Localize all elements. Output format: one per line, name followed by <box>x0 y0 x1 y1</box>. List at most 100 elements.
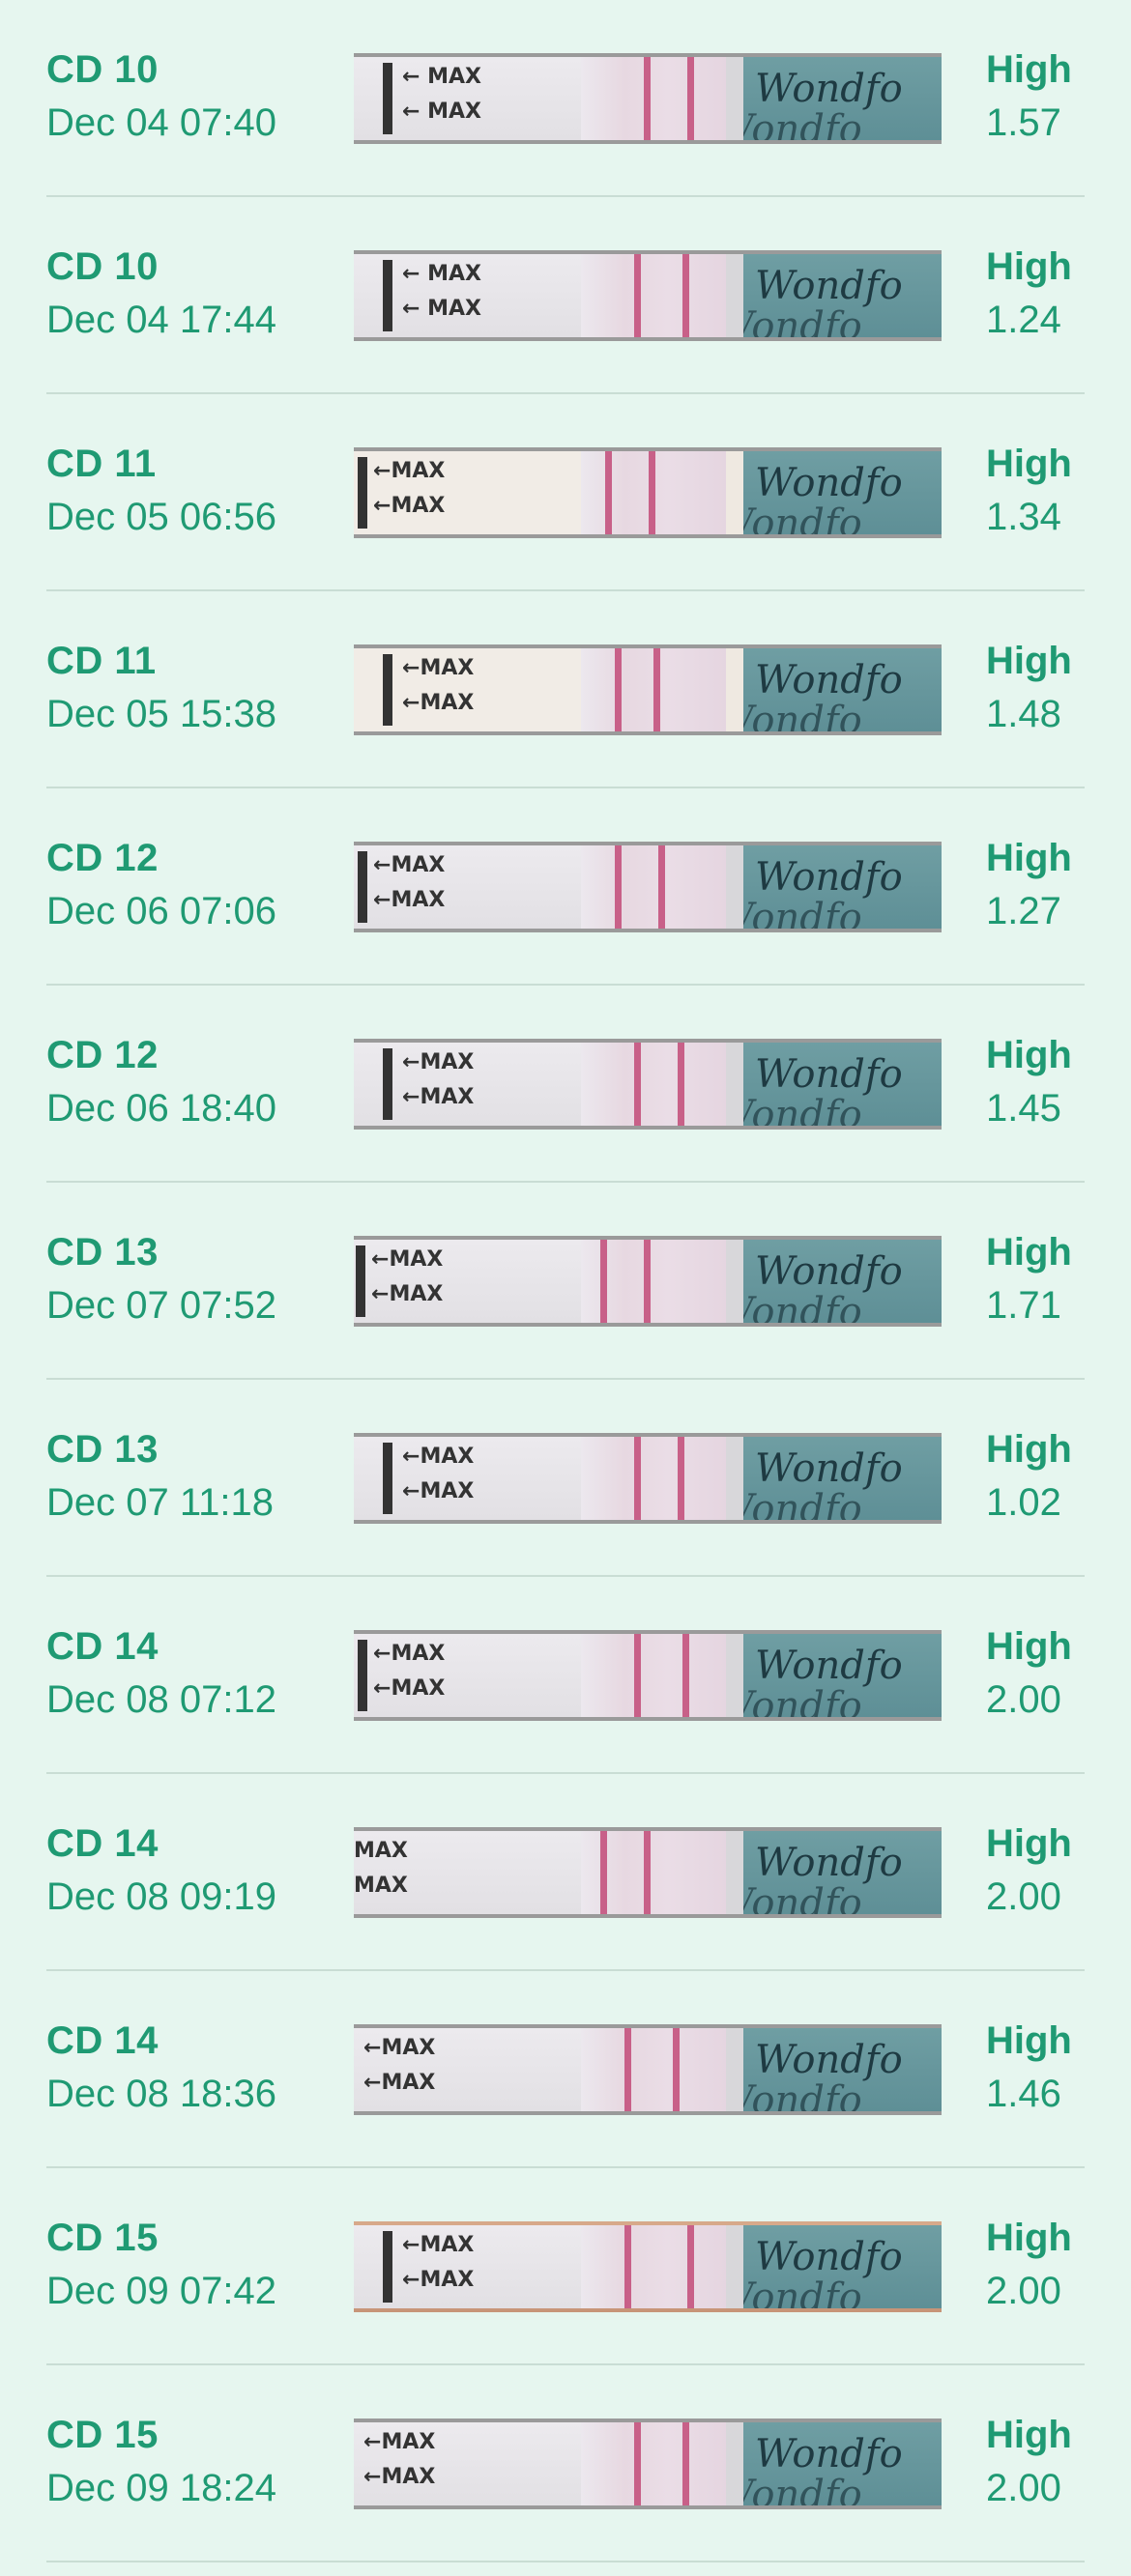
test-strip-image[interactable]: ←MAX ←MAX WondfoWondfo <box>354 447 942 538</box>
test-row[interactable]: CD 14 Dec 08 09:19 MAX MAX WondfoWondfo H… <box>46 1774 1085 1971</box>
lh-level: High <box>986 1231 1072 1274</box>
test-date: Dec 05 06:56 <box>46 496 276 538</box>
test-line <box>624 2225 631 2308</box>
test-strip-image[interactable]: ←MAX ←MAX WondfoWondfo <box>354 1236 942 1327</box>
strip-result-window <box>581 57 726 140</box>
control-line <box>678 1043 684 1126</box>
test-strip-image[interactable]: MAX MAX WondfoWondfo <box>354 1827 942 1918</box>
strip-handle: ←MAX ←MAX <box>354 1240 581 1323</box>
strip-brand-area: WondfoWondfo <box>743 1437 942 1520</box>
max-label: ←MAX <box>402 1479 475 1503</box>
test-strip-image[interactable]: ← MAX ← MAX WondfoWondfo <box>354 53 942 144</box>
strip-brand-area: WondfoWondfo <box>743 2422 942 2505</box>
strip-result-window <box>581 2225 726 2308</box>
test-strip-image[interactable]: ←MAX ←MAX WondfoWondfo <box>354 2419 942 2509</box>
strip-brand-area: WondfoWondfo <box>743 451 942 534</box>
max-label: ←MAX <box>402 2233 475 2257</box>
max-label: ← MAX <box>402 100 481 124</box>
test-row[interactable]: CD 14 Dec 08 07:12 ←MAX ←MAX WondfoWondfo… <box>46 1577 1085 1774</box>
test-row[interactable]: CD 15 Dec 09 07:42 ←MAX ←MAX WondfoWondfo… <box>46 2168 1085 2365</box>
max-label: ←MAX <box>373 853 446 877</box>
strip-handle: ← MAX ← MAX <box>354 57 581 140</box>
test-strip-image[interactable]: ←MAX ←MAX WondfoWondfo <box>354 2024 942 2115</box>
max-label: MAX <box>354 1874 408 1898</box>
test-line <box>615 845 622 929</box>
test-row[interactable]: CD 10 Dec 04 07:40 ← MAX ← MAX WondfoWond… <box>46 0 1085 197</box>
lh-level: High <box>986 837 1072 879</box>
test-strip-image[interactable]: ←MAX ←MAX WondfoWondfo <box>354 644 942 735</box>
control-line <box>682 2422 689 2505</box>
lh-ratio: 2.00 <box>986 2270 1061 2312</box>
strip-handle: ←MAX ←MAX <box>354 845 581 929</box>
max-label: ←MAX <box>373 1676 446 1701</box>
lh-level: High <box>986 245 1072 288</box>
test-strip-image[interactable]: ←MAX ←MAX WondfoWondfo <box>354 1039 942 1130</box>
lh-level: High <box>986 443 1072 485</box>
test-strip-image[interactable]: ←MAX ←MAX WondfoWondfo <box>354 842 942 932</box>
strip-handle: ←MAX ←MAX <box>354 451 581 534</box>
strip-brand-area: WondfoWondfo <box>743 1240 942 1323</box>
test-strip-image[interactable]: ←MAX ←MAX WondfoWondfo <box>354 2221 942 2312</box>
lh-level: High <box>986 640 1072 682</box>
lh-ratio: 2.00 <box>986 1678 1061 1721</box>
max-label: ←MAX <box>402 1050 475 1074</box>
max-label: ←MAX <box>402 2268 475 2292</box>
control-line <box>673 2028 680 2111</box>
test-line <box>624 2028 631 2111</box>
max-label: ← MAX <box>402 262 481 286</box>
max-label: ← MAX <box>402 297 481 321</box>
strip-brand-area: WondfoWondfo <box>743 57 942 140</box>
strip-result-window <box>581 1634 726 1717</box>
test-row[interactable]: CD 11 Dec 05 06:56 ←MAX ←MAX WondfoWondfo… <box>46 394 1085 591</box>
test-line <box>600 1831 607 1914</box>
test-line <box>600 1240 607 1323</box>
lh-level: High <box>986 2217 1072 2259</box>
test-row[interactable]: CD 10 Dec 04 17:44 ← MAX ← MAX WondfoWond… <box>46 197 1085 394</box>
cycle-day-label: CD 10 <box>46 245 159 288</box>
cycle-day-label: CD 12 <box>46 837 159 879</box>
test-strip-image[interactable]: ←MAX ←MAX WondfoWondfo <box>354 1433 942 1524</box>
test-date: Dec 08 07:12 <box>46 1678 276 1721</box>
test-date: Dec 05 15:38 <box>46 693 276 735</box>
test-date: Dec 06 18:40 <box>46 1087 276 1130</box>
strip-brand-area: WondfoWondfo <box>743 1634 942 1717</box>
test-row[interactable]: CD 11 Dec 05 15:38 ←MAX ←MAX WondfoWondfo… <box>46 591 1085 788</box>
test-date: Dec 08 18:36 <box>46 2073 276 2115</box>
strip-brand-area: WondfoWondfo <box>743 1043 942 1126</box>
test-row[interactable]: CD 13 Dec 07 11:18 ←MAX ←MAX WondfoWondfo… <box>46 1380 1085 1577</box>
cycle-day-label: CD 14 <box>46 1822 159 1865</box>
test-row[interactable]: CD 13 Dec 07 07:52 ←MAX ←MAX WondfoWondfo… <box>46 1183 1085 1380</box>
test-line <box>634 1634 641 1717</box>
test-row[interactable]: CD 12 Dec 06 07:06 ←MAX ←MAX WondfoWondfo… <box>46 788 1085 986</box>
test-row[interactable]: CD 14 Dec 08 18:36 ←MAX ←MAX WondfoWondfo… <box>46 1971 1085 2168</box>
control-line <box>653 648 660 731</box>
max-label: ←MAX <box>373 494 446 518</box>
strip-brand-area: WondfoWondfo <box>743 845 942 929</box>
test-date: Dec 07 07:52 <box>46 1284 276 1327</box>
strip-result-window <box>581 2028 726 2111</box>
strip-result-window <box>581 845 726 929</box>
test-strip-image[interactable]: ← MAX ← MAX WondfoWondfo <box>354 250 942 341</box>
max-label: ←MAX <box>371 1282 444 1306</box>
strip-brand-area: WondfoWondfo <box>743 648 942 731</box>
cycle-day-label: CD 14 <box>46 2019 159 2062</box>
strip-handle: ←MAX ←MAX <box>354 1043 581 1126</box>
strip-brand-area: WondfoWondfo <box>743 2028 942 2111</box>
cycle-day-label: CD 11 <box>46 640 157 682</box>
strip-handle: ←MAX ←MAX <box>354 2028 581 2111</box>
strip-result-window <box>581 1437 726 1520</box>
max-label: MAX <box>354 1839 408 1863</box>
test-strip-image[interactable]: ←MAX ←MAX WondfoWondfo <box>354 1630 942 1721</box>
strip-handle: ←MAX ←MAX <box>354 1634 581 1717</box>
strip-result-window <box>581 2422 726 2505</box>
test-line <box>634 254 641 337</box>
test-row[interactable]: CD 12 Dec 06 18:40 ←MAX ←MAX WondfoWondfo… <box>46 986 1085 1183</box>
test-row[interactable]: CD 15 Dec 09 18:24 ←MAX ←MAX WondfoWondfo… <box>46 2365 1085 2562</box>
control-line <box>644 1831 651 1914</box>
strip-brand-area: WondfoWondfo <box>743 1831 942 1914</box>
lh-ratio: 2.00 <box>986 1875 1061 1918</box>
lh-ratio: 2.00 <box>986 2467 1061 2509</box>
lh-level: High <box>986 1625 1072 1668</box>
max-label: ←MAX <box>363 2071 436 2095</box>
test-date: Dec 04 07:40 <box>46 101 276 144</box>
